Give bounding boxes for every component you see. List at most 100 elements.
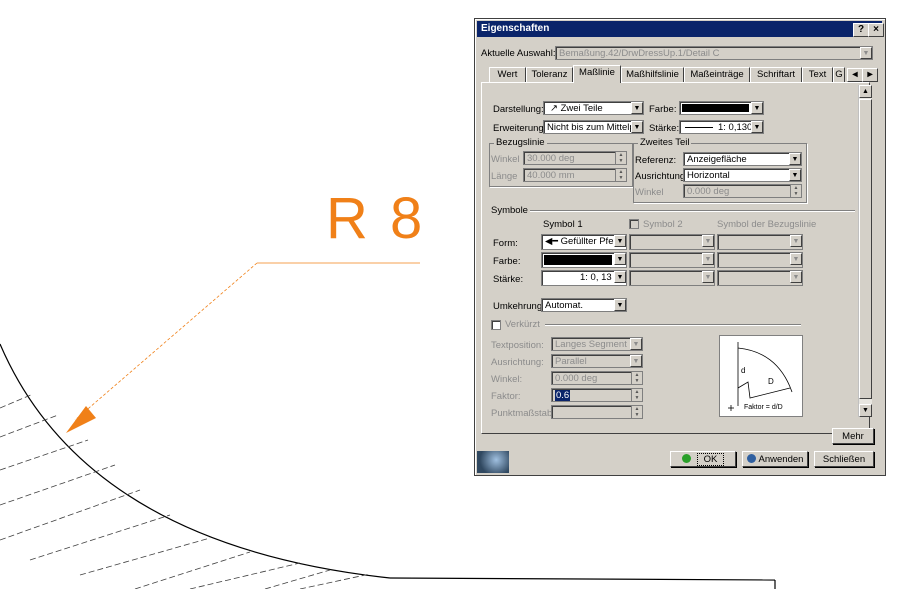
chevron-down-icon: ▼ xyxy=(751,102,763,114)
spinner-icon[interactable]: ▲ ▼ xyxy=(615,169,626,181)
spinner-icon[interactable]: ▲ ▼ xyxy=(615,152,626,164)
zweites-teil-title: Zweites Teil xyxy=(638,137,692,148)
chevron-down-icon: ▼ xyxy=(614,235,626,247)
selection-label: Aktuelle Auswahl: xyxy=(481,48,556,59)
scroll-thumb[interactable] xyxy=(859,99,872,399)
symbol2-staerke-combo[interactable]: ▼ xyxy=(629,270,715,286)
darstellung-label: Darstellung: xyxy=(493,104,544,115)
properties-dialog: Eigenschaften ? × Aktuelle Auswahl: Bema… xyxy=(474,18,886,476)
bottom-edge xyxy=(389,577,776,581)
spinner-icon[interactable]: ▲ ▼ xyxy=(631,372,642,384)
erweiterung-combo[interactable]: Nicht bis zum Mittelpunkt ▼ xyxy=(543,120,644,134)
tab-schriftart[interactable]: Schriftart xyxy=(750,67,802,82)
farbe-label: Farbe: xyxy=(649,104,677,115)
bl-winkel-field[interactable]: 30.000 deg ▲ ▼ xyxy=(523,151,627,165)
chevron-down-icon: ▼ xyxy=(751,121,763,133)
symbol-farbe-label: Farbe: xyxy=(493,256,521,267)
tab-masseintraege[interactable]: Maßeinträge xyxy=(684,67,750,82)
tab-text[interactable]: Text xyxy=(802,67,833,82)
zt-winkel-field[interactable]: 0.000 deg ▲ ▼ xyxy=(683,184,802,198)
scroll-down-icon[interactable]: ▼ xyxy=(859,404,872,417)
verkuerzt-separator xyxy=(545,324,801,326)
dimension-leader xyxy=(74,262,258,421)
tab-masslinie[interactable]: Maßlinie xyxy=(573,65,621,83)
verkuerzt-checkbox[interactable] xyxy=(491,320,501,330)
staerke-combo[interactable]: 1: 0,130 ▼ xyxy=(679,120,764,134)
vk-ausrichtung-combo[interactable]: Parallel ▼ xyxy=(551,354,643,368)
darstellung-value: ↗ Zwei Teile xyxy=(550,103,603,114)
vk-ausrichtung-value: Parallel xyxy=(555,356,587,367)
symbol2-farbe-combo[interactable]: ▼ xyxy=(629,252,715,268)
farbe-combo[interactable]: ▼ xyxy=(679,101,764,115)
dialog-titlebar[interactable]: Eigenschaften ? × xyxy=(477,21,884,37)
zt-ausrichtung-combo[interactable]: Horizontal ▼ xyxy=(683,168,802,182)
selection-combo[interactable]: Bemaßung.42/DrwDressUp.1/Detail C ▼ xyxy=(555,46,873,60)
tab-toleranz[interactable]: Toleranz xyxy=(526,67,573,82)
dialog-title: Eigenschaften xyxy=(481,23,550,34)
chevron-down-icon: ▼ xyxy=(790,271,802,283)
referenz-combo[interactable]: Anzeigefläche ▼ xyxy=(683,152,802,166)
tab-g[interactable]: G xyxy=(833,67,845,82)
symbol2-checkbox[interactable] xyxy=(629,219,639,229)
darstellung-combo[interactable]: ↗ Zwei Teile ▼ xyxy=(543,101,644,115)
tab-masshilfslinie[interactable]: Maßhilfslinie xyxy=(621,67,684,82)
erweiterung-label: Erweiterung: xyxy=(493,123,547,134)
line-weight-sample xyxy=(685,127,713,128)
chevron-down-icon: ▼ xyxy=(702,253,714,265)
chevron-down-icon: ▼ xyxy=(702,271,714,283)
tab-scroll-left-icon[interactable]: ◂ xyxy=(847,68,863,82)
filled-arrow-icon: ◀━ xyxy=(545,236,561,247)
chevron-down-icon: ▼ xyxy=(614,253,626,265)
close-button[interactable]: × xyxy=(868,23,884,37)
tab-scroll-right-icon[interactable]: ▸ xyxy=(862,68,878,82)
panel-scrollbar[interactable]: ▲ ▼ xyxy=(858,85,872,417)
symbol3-form-combo[interactable]: ▼ xyxy=(717,234,803,250)
zt-winkel-value: 0.000 deg xyxy=(687,186,730,197)
faktor-field[interactable]: 0.6 ▲ ▼ xyxy=(551,388,643,402)
bl-winkel-value: 30.000 deg xyxy=(527,153,575,164)
symbol2-form-combo[interactable]: ▼ xyxy=(629,234,715,250)
scroll-up-icon[interactable]: ▲ xyxy=(859,85,872,98)
bezugslinie-title: Bezugslinie xyxy=(494,137,547,148)
symbol-farbe-combo[interactable]: ▼ xyxy=(541,252,627,268)
spinner-icon[interactable]: ▲ ▼ xyxy=(631,406,642,418)
referenz-value: Anzeigefläche xyxy=(687,154,747,165)
schliessen-button[interactable]: Schließen xyxy=(814,451,874,467)
ok-button[interactable]: OK xyxy=(670,451,736,467)
color-swatch xyxy=(682,104,749,112)
symbol-staerke-value: 1: 0, 13 xyxy=(580,272,612,283)
dimension-text[interactable]: R 8 xyxy=(326,190,425,248)
preview-D: D xyxy=(768,377,774,386)
vk-winkel-field[interactable]: 0.000 deg ▲ ▼ xyxy=(551,371,643,385)
punktmassstab-field[interactable]: ▲ ▼ xyxy=(551,405,643,419)
chevron-down-icon: ▼ xyxy=(630,355,642,367)
chevron-down-icon: ▼ xyxy=(631,102,643,114)
bl-laenge-field[interactable]: 40.000 mm ▲ ▼ xyxy=(523,168,627,182)
symbol-staerke-label: Stärke: xyxy=(493,274,524,285)
textposition-label: Textposition: xyxy=(491,340,544,351)
faktor-preview: d D Faktor = d/D xyxy=(719,335,803,417)
chevron-down-icon: ▼ xyxy=(614,271,626,283)
zt-ausrichtung-value: Horizontal xyxy=(687,170,730,181)
symbol-staerke-combo[interactable]: 1: 0, 13 ▼ xyxy=(541,270,627,286)
spinner-icon[interactable]: ▲ ▼ xyxy=(631,389,642,401)
help-button[interactable]: ? xyxy=(853,23,869,37)
textposition-combo[interactable]: Langes Segment ▼ xyxy=(551,337,643,351)
form-value: ◀━ Gefüllter Pfeil xyxy=(545,236,615,247)
symbol3-staerke-combo[interactable]: ▼ xyxy=(717,270,803,286)
tab-wert[interactable]: Wert xyxy=(489,67,526,82)
verkuerzt-label: Verkürzt xyxy=(505,319,540,330)
staerke-label: Stärke: xyxy=(649,123,680,134)
erweiterung-value: Nicht bis zum Mittelpunkt xyxy=(547,122,631,133)
mehr-button[interactable]: Mehr xyxy=(832,428,874,444)
form-combo[interactable]: ◀━ Gefüllter Pfeil ▼ xyxy=(541,234,627,250)
umkehrung-label: Umkehrung: xyxy=(493,301,545,312)
umkehrung-combo[interactable]: Automat. ▼ xyxy=(541,298,627,312)
chevron-down-icon: ▼ xyxy=(614,299,626,311)
spinner-icon[interactable]: ▲ ▼ xyxy=(790,185,801,197)
anwenden-button[interactable]: Anwenden xyxy=(742,451,808,467)
bl-laenge-label: Länge xyxy=(491,171,518,182)
symbol3-farbe-combo[interactable]: ▼ xyxy=(717,252,803,268)
chevron-down-icon: ▼ xyxy=(790,253,802,265)
dimension-arrowhead xyxy=(66,406,96,433)
